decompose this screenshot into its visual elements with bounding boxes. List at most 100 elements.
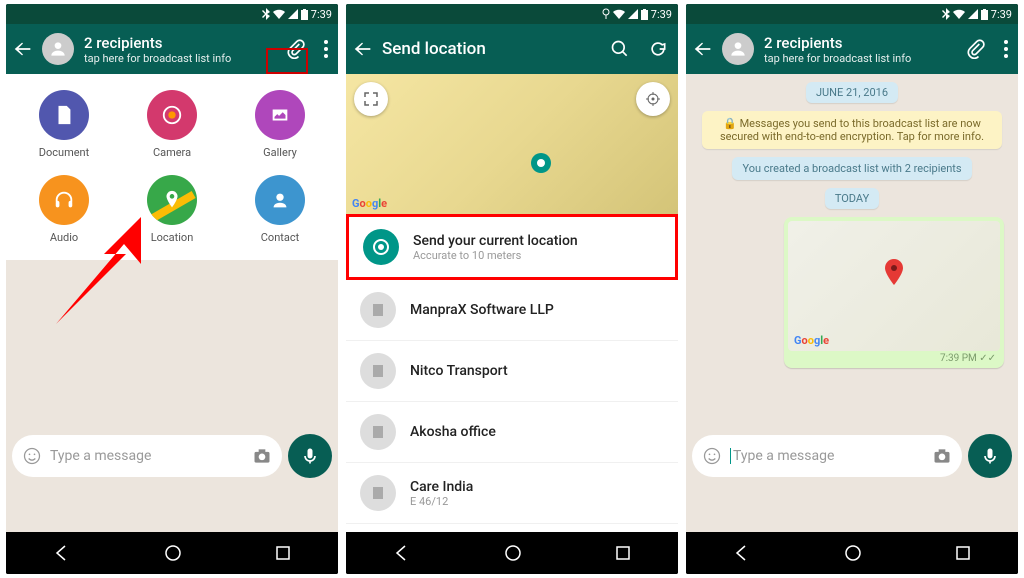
fullscreen-icon — [363, 91, 379, 107]
signal-icon — [968, 9, 978, 19]
place-name: Care India — [410, 479, 473, 495]
nav-back[interactable] — [733, 544, 751, 562]
signal-icon — [628, 9, 638, 19]
mic-icon — [980, 446, 1000, 466]
message-input[interactable]: Type a message — [12, 435, 282, 477]
status-bar: 7:39 — [346, 4, 678, 24]
chat-input-bar: Type a message — [6, 428, 338, 484]
content-area: Google Send your current location Accura… — [346, 74, 678, 532]
place-icon — [360, 353, 396, 389]
place-name: Akosha office — [410, 424, 496, 440]
emoji-icon[interactable] — [22, 446, 42, 466]
nav-recent[interactable] — [955, 545, 971, 561]
title-block[interactable]: 2 recipients tap here for broadcast list… — [764, 34, 966, 65]
place-item[interactable]: Care India E 46/12 — [346, 463, 678, 524]
gallery-icon — [269, 104, 291, 126]
input-placeholder: Type a message — [50, 448, 244, 464]
attach-audio[interactable]: Audio — [14, 175, 114, 244]
nav-home[interactable] — [164, 544, 182, 562]
current-location-icon — [363, 229, 399, 265]
attach-gallery[interactable]: Gallery — [230, 90, 330, 159]
place-item[interactable]: ManpraX Software LLP — [346, 280, 678, 341]
place-name: ManpraX Software LLP — [410, 302, 554, 318]
attach-contact[interactable]: Contact — [230, 175, 330, 244]
attach-label: Audio — [50, 231, 78, 244]
menu-icon[interactable] — [1004, 40, 1008, 58]
place-item[interactable]: Akosha office — [346, 402, 678, 463]
chat-area: JUNE 21, 2016 🔒 Messages you send to thi… — [686, 74, 1018, 532]
attach-location[interactable]: Location — [122, 175, 222, 244]
location-status-icon — [602, 8, 610, 20]
date-chip: JUNE 21, 2016 — [806, 82, 898, 103]
chat-input-bar: Type a message — [686, 428, 1018, 484]
signal-icon — [288, 9, 298, 19]
wifi-icon — [273, 9, 285, 19]
chat-subtitle: tap here for broadcast list info — [764, 52, 966, 65]
back-button[interactable] — [12, 38, 34, 60]
camera-input-icon[interactable] — [252, 446, 272, 466]
status-time: 7:39 — [311, 8, 332, 21]
location-message[interactable]: Google 7:39 PM ✓✓ — [784, 217, 1004, 368]
group-icon — [728, 39, 748, 59]
mic-button[interactable] — [288, 434, 332, 478]
attach-label: Gallery — [263, 146, 297, 159]
app-bar: Send location — [346, 24, 678, 74]
chat-title: 2 recipients — [764, 34, 966, 52]
nav-recent[interactable] — [275, 545, 291, 561]
nav-home[interactable] — [504, 544, 522, 562]
attach-label: Camera — [153, 146, 191, 159]
place-name: Nitco Transport — [410, 363, 508, 379]
send-current-location[interactable]: Send your current location Accurate to 1… — [346, 214, 678, 280]
map-attribution: Google — [352, 197, 387, 210]
emoji-icon[interactable] — [702, 446, 722, 466]
back-button[interactable] — [692, 38, 714, 60]
location-subtitle: Accurate to 10 meters — [413, 249, 578, 262]
attach-camera[interactable]: Camera — [122, 90, 222, 159]
title-block[interactable]: 2 recipients tap here for broadcast list… — [84, 34, 286, 65]
target-icon — [645, 91, 661, 107]
phone-screen-3: 7:39 2 recipients tap here for broadcast… — [686, 4, 1018, 574]
nav-home[interactable] — [844, 544, 862, 562]
battery-icon — [301, 9, 308, 20]
encryption-banner[interactable]: 🔒 Messages you send to this broadcast li… — [702, 111, 1002, 149]
place-sub: E 46/12 — [410, 495, 473, 508]
attachment-panel: Document Camera Gallery Audio Location C… — [6, 74, 338, 260]
attach-icon[interactable] — [966, 39, 986, 59]
my-location-button[interactable] — [636, 82, 670, 116]
nav-back[interactable] — [53, 544, 71, 562]
status-bar: 7:39 — [686, 4, 1018, 24]
bluetooth-icon — [262, 8, 270, 20]
fullscreen-button[interactable] — [354, 82, 388, 116]
location-icon — [161, 189, 183, 211]
menu-icon[interactable] — [324, 40, 328, 58]
avatar[interactable] — [42, 33, 74, 65]
attach-icon[interactable] — [286, 39, 306, 59]
wifi-icon — [953, 9, 965, 19]
chat-subtitle: tap here for broadcast list info — [84, 52, 286, 65]
group-icon — [48, 39, 68, 59]
mic-button[interactable] — [968, 434, 1012, 478]
location-thumbnail: Google — [788, 221, 1000, 351]
message-input[interactable]: Type a message — [692, 435, 962, 477]
camera-input-icon[interactable] — [932, 446, 952, 466]
input-placeholder: Type a message — [730, 448, 924, 464]
avatar[interactable] — [722, 33, 754, 65]
place-icon — [360, 292, 396, 328]
headphones-icon — [53, 189, 75, 211]
place-item[interactable]: Nitco Transport — [346, 341, 678, 402]
attach-label: Contact — [261, 231, 299, 244]
refresh-icon[interactable] — [648, 39, 668, 59]
nav-recent[interactable] — [615, 545, 631, 561]
document-icon — [53, 104, 75, 126]
date-chip: TODAY — [825, 188, 879, 209]
nav-back[interactable] — [393, 544, 411, 562]
map-preview[interactable]: Google — [346, 74, 678, 214]
mic-icon — [300, 446, 320, 466]
search-icon[interactable] — [610, 39, 630, 59]
nav-bar — [686, 532, 1018, 574]
status-time: 7:39 — [991, 8, 1012, 21]
attach-document[interactable]: Document — [14, 90, 114, 159]
nav-bar — [346, 532, 678, 574]
map-attribution: Google — [794, 334, 829, 347]
back-button[interactable] — [352, 38, 374, 60]
